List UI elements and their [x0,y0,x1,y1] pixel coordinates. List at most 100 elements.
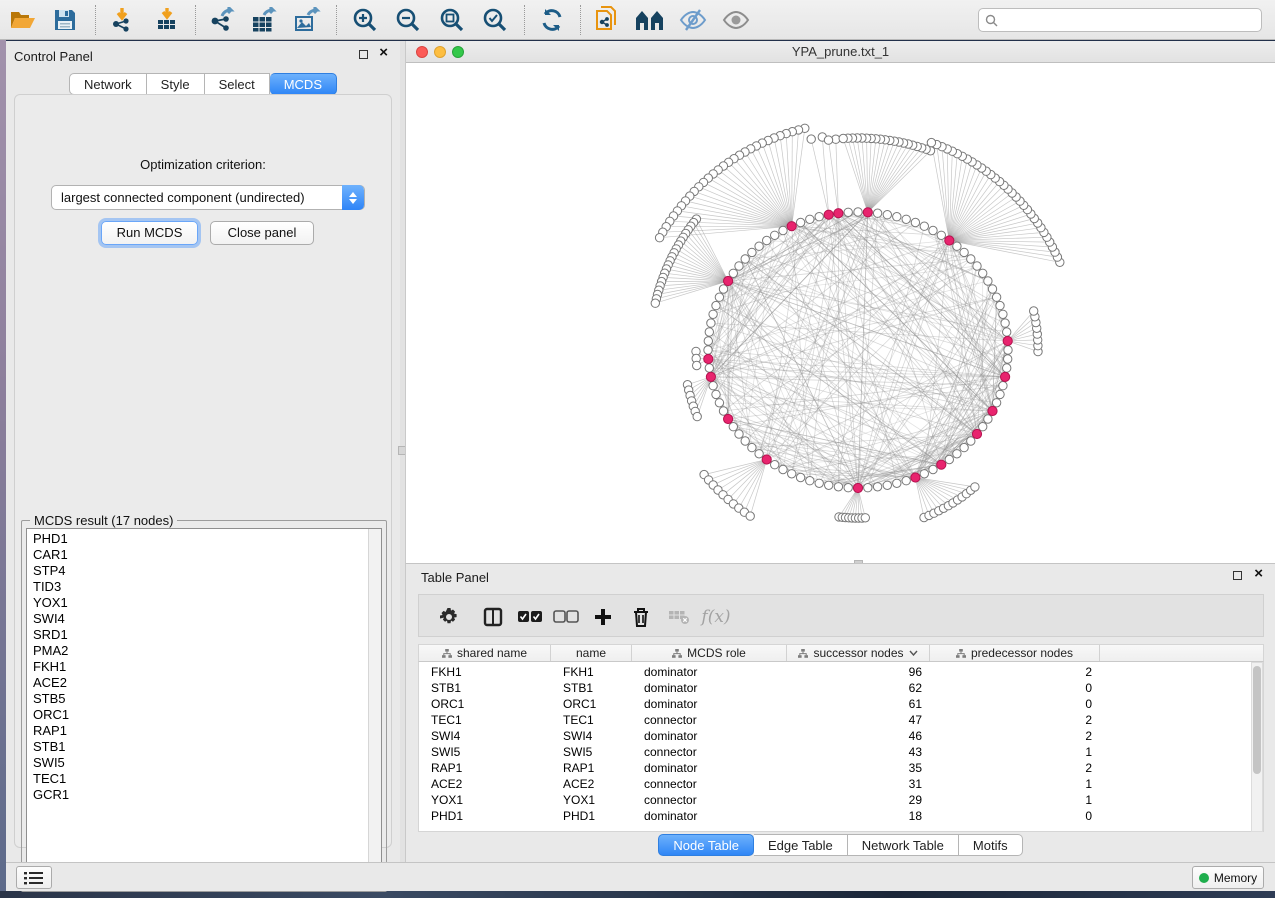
table-row-PHD1[interactable]: PHD1PHD1dominator180 [419,808,1263,824]
table-row-ORC1[interactable]: ORC1ORC1dominator610 [419,696,1263,712]
network-hub-node[interactable] [724,414,733,423]
network-node[interactable] [902,215,910,223]
column-header-predecessor_nodes[interactable]: predecessor nodes [930,645,1100,661]
network-node[interactable] [973,262,981,270]
mcds-result-item[interactable]: PHD1 [33,531,367,547]
network-node[interactable] [988,285,996,293]
network-node[interactable] [927,138,935,146]
network-node[interactable] [953,242,961,250]
network-node[interactable] [735,430,743,438]
network-node[interactable] [984,415,992,423]
network-node[interactable] [729,269,737,277]
mcds-result-item[interactable]: CAR1 [33,547,367,563]
network-node[interactable] [902,477,910,485]
network-hub-node[interactable] [834,209,843,218]
network-node[interactable] [815,213,823,221]
table-row-TEC1[interactable]: TEC1TEC1connector472 [419,712,1263,728]
network-node[interactable] [967,437,975,445]
import-table-icon[interactable] [152,5,182,35]
network-node[interactable] [929,465,937,473]
network-hub-node[interactable] [762,455,771,464]
network-node[interactable] [999,382,1007,390]
column-header-shared_name[interactable]: shared name [419,645,551,661]
network-node[interactable] [707,319,715,327]
tab-edge-table[interactable]: Edge Table [754,834,848,856]
network-node[interactable] [996,390,1004,398]
network-node[interactable] [806,215,814,223]
network-node[interactable] [779,226,787,234]
mcds-result-item[interactable]: STP4 [33,563,367,579]
mcds-result-item[interactable]: SRD1 [33,627,367,643]
network-node[interactable] [755,242,763,250]
export-network-icon[interactable] [208,5,238,35]
network-hub-node[interactable] [937,460,946,469]
network-window-titlebar[interactable]: YPA_prune.txt_1 [406,41,1275,63]
tab-network[interactable]: Network [69,73,147,95]
network-node[interactable] [771,461,779,469]
column-header-mcds_role[interactable]: MCDS role [632,645,787,661]
mcds-result-item[interactable]: SWI4 [33,611,367,627]
column-header-successor_nodes[interactable]: successor nodes [787,645,930,661]
network-node[interactable] [729,423,737,431]
network-node[interactable] [854,208,862,216]
network-hub-node[interactable] [988,406,997,415]
network-node[interactable] [992,399,1000,407]
network-node[interactable] [999,310,1007,318]
network-node[interactable] [709,382,717,390]
show-all-icon[interactable] [721,5,751,35]
network-node[interactable] [1004,346,1012,354]
criterion-select[interactable]: largest connected component (undirected) [51,185,365,210]
network-hub-node[interactable] [945,236,954,245]
zoom-out-icon[interactable] [393,5,423,35]
table-row-STB1[interactable]: STB1STB1dominator620 [419,680,1263,696]
network-node[interactable] [705,364,713,372]
memory-button[interactable]: Memory [1192,866,1264,889]
network-node[interactable] [945,455,953,463]
mcds-result-item[interactable]: PMA2 [33,643,367,659]
network-node[interactable] [755,450,763,458]
create-column-icon[interactable] [589,603,617,631]
network-node[interactable] [971,483,979,491]
open-file-icon[interactable] [8,5,38,35]
network-node[interactable] [834,483,842,491]
clone-network-icon[interactable] [592,5,622,35]
run-mcds-button[interactable]: Run MCDS [101,221,198,245]
network-node[interactable] [937,231,945,239]
table-row-FKH1[interactable]: FKH1FKH1dominator962 [419,664,1263,680]
network-node[interactable] [771,231,779,239]
network-node[interactable] [712,301,720,309]
network-node[interactable] [883,481,891,489]
mcds-result-item[interactable]: TEC1 [33,771,367,787]
table-row-RAP1[interactable]: RAP1RAP1dominator352 [419,760,1263,776]
network-node[interactable] [748,443,756,451]
mcds-result-item[interactable]: TID3 [33,579,367,595]
mcds-result-item[interactable]: ACE2 [33,675,367,691]
network-node[interactable] [1003,364,1011,372]
mcds-result-item[interactable]: YOX1 [33,595,367,611]
network-node[interactable] [883,211,891,219]
network-node[interactable] [796,218,804,226]
network-node[interactable] [967,255,975,263]
network-canvas[interactable] [406,63,1275,563]
mcds-result-item[interactable]: GCR1 [33,787,367,803]
network-hub-node[interactable] [706,372,715,381]
network-node[interactable] [746,512,754,520]
network-node[interactable] [861,514,869,522]
refresh-layout-icon[interactable] [537,5,567,35]
network-hub-node[interactable] [704,354,713,363]
network-node[interactable] [705,328,713,336]
network-node[interactable] [735,262,743,270]
network-node[interactable] [979,423,987,431]
import-network-icon[interactable] [108,5,138,35]
delete-column-icon[interactable] [627,603,655,631]
table-row-ACE2[interactable]: ACE2ACE2connector311 [419,776,1263,792]
show-columns-icon[interactable] [479,603,507,631]
network-node[interactable] [779,465,787,473]
network-node[interactable] [911,218,919,226]
network-node[interactable] [873,483,881,491]
network-node[interactable] [893,213,901,221]
task-history-button[interactable] [16,866,52,889]
mcds-result-item[interactable]: ORC1 [33,707,367,723]
network-hub-node[interactable] [1003,336,1012,345]
column-header-name[interactable]: name [551,645,632,661]
